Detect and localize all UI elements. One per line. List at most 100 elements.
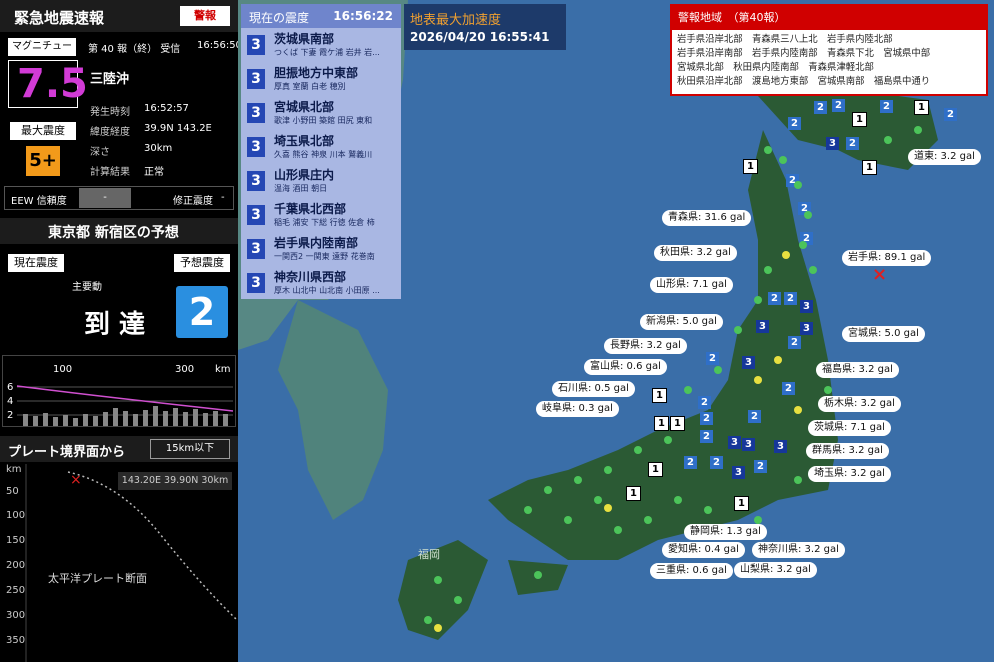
epicenter-marker-icon: × — [872, 264, 888, 285]
station-marker[interactable]: 2 — [706, 352, 719, 365]
station-marker[interactable]: 2 — [798, 202, 811, 215]
plate-curve: × — [25, 464, 237, 662]
reliability-row: EEW 信頼度 - 修正震度 - — [4, 186, 234, 210]
intensity-list-item[interactable]: 3 山形県庄内 温海 酒田 朝日 — [241, 164, 401, 198]
intensity-badge: 3 — [247, 273, 265, 293]
station-marker[interactable]: 1 — [652, 388, 667, 403]
station-marker[interactable]: 3 — [800, 322, 813, 335]
warning-areas-line: 岩手県沿岸北部 青森県三八上北 岩手県内陸北部 — [677, 34, 893, 45]
station-marker[interactable]: 2 — [788, 117, 801, 130]
intensity-list-item[interactable]: 3 宮城県北部 歌津 小野田 築館 田尻 東和 — [241, 96, 401, 130]
station-marker[interactable]: 3 — [732, 466, 745, 479]
latlon: 39.9N 143.2E — [144, 123, 212, 134]
station-marker[interactable]: 1 — [734, 496, 749, 511]
station-marker[interactable]: 3 — [728, 436, 741, 449]
area-cities: つくば 下妻 霞ケ浦 岩井 岩... — [274, 48, 380, 57]
magnitude-box: 7.5 — [8, 60, 88, 108]
gal-label: 長野県: 3.2 gal — [604, 338, 687, 354]
area-cities: 一関西2 一関東 遠野 花巻南 — [274, 252, 375, 261]
station-marker[interactable]: 2 — [832, 99, 845, 112]
station-marker[interactable]: 2 — [846, 137, 859, 150]
area-name: 岩手県内陸南部 — [274, 236, 359, 250]
station-marker[interactable]: 2 — [698, 396, 711, 409]
acceleration-panel: 地表最大加速度 2026/04/20 16:55:41 — [404, 4, 566, 50]
calc-label: 計算結果 — [90, 167, 130, 178]
station-marker[interactable]: 2 — [782, 382, 795, 395]
station-marker[interactable]: 1 — [654, 416, 669, 431]
forecast-title: 東京都 新宿区の予想 — [48, 225, 179, 241]
warning-button[interactable]: 警報 — [180, 6, 230, 26]
area-cities: 厚真 室蘭 白老 穂別 — [274, 82, 346, 91]
reliability-label: EEW 信頼度 — [11, 196, 67, 207]
gal-label: 富山県: 0.6 gal — [584, 359, 667, 375]
station-marker[interactable]: 1 — [914, 100, 929, 115]
station-marker[interactable]: 2 — [748, 410, 761, 423]
report-number: 第 40 報（終） 受信 — [88, 44, 181, 55]
plate-title: プレート境界面から — [8, 445, 126, 460]
intensity-list-item[interactable]: 3 埼玉県北部 久喜 熊谷 神泉 川本 鷲義川 — [241, 130, 401, 164]
station-marker[interactable]: 2 — [788, 336, 801, 349]
station-marker[interactable]: 2 — [800, 232, 813, 245]
area-cities: 歌津 小野田 築館 田尻 東和 — [274, 116, 373, 125]
intensity-badge: 3 — [247, 239, 265, 259]
calc-result: 正常 — [144, 167, 164, 178]
intensity-list-item[interactable]: 3 千葉県北西部 稲毛 浦安 下総 行徳 佐倉 柿 — [241, 198, 401, 232]
gal-label: 三重県: 0.6 gal — [650, 563, 733, 579]
station-marker[interactable]: 3 — [826, 137, 839, 150]
station-marker[interactable]: 3 — [756, 320, 769, 333]
eew-header: 緊急地震速報 警報 — [0, 0, 238, 32]
station-marker[interactable]: 1 — [852, 112, 867, 127]
origin-time-label: 発生時刻 — [90, 107, 130, 118]
area-cities: 稲毛 浦安 下総 行徳 佐倉 柿 — [274, 218, 375, 227]
depth-filter-button[interactable]: 15km以下 — [150, 439, 230, 459]
gal-label: 静岡県: 1.3 gal — [684, 524, 767, 540]
acceleration-datetime: 2026/04/20 16:55:41 — [410, 30, 550, 44]
station-marker[interactable]: 1 — [743, 159, 758, 174]
intensity-list-item[interactable]: 3 胆振地方中東部 厚真 室蘭 白老 穂別 — [241, 62, 401, 96]
predicted-intensity-label: 予想震度 — [174, 254, 230, 272]
plate-header: プレート境界面から 15km以下 — [0, 436, 238, 462]
station-marker[interactable]: 2 — [768, 292, 781, 305]
magnitude-value: 7.5 — [17, 61, 88, 107]
station-marker[interactable]: 3 — [774, 440, 787, 453]
gal-label: 埼玉県: 3.2 gal — [808, 466, 891, 482]
station-marker[interactable]: 2 — [754, 460, 767, 473]
forecast-header: 東京都 新宿区の予想 — [0, 218, 238, 244]
intensity-list-item[interactable]: 3 茨城県南部 つくば 下妻 霞ケ浦 岩井 岩... — [241, 28, 401, 62]
arrival-status: 到 達 — [84, 310, 146, 340]
gal-label: 岩手県: 89.1 gal — [842, 250, 932, 266]
intensity-list-header: 現在の震度 16:56:22 — [241, 4, 401, 28]
station-marker[interactable]: 2 — [814, 101, 827, 114]
area-cities: 厚木 山北中 山北南 小田原 ... — [274, 286, 380, 295]
station-marker[interactable]: 1 — [862, 160, 877, 175]
station-marker[interactable]: 1 — [626, 486, 641, 501]
station-marker[interactable]: 2 — [880, 100, 893, 113]
station-marker[interactable]: 2 — [786, 174, 799, 187]
depth-label: 深さ — [90, 147, 110, 158]
plate-section-chart: km 50 100 150 200 250 300 350 143.20E 39… — [0, 464, 238, 662]
station-marker[interactable]: 3 — [742, 438, 755, 451]
warning-areas-list: 岩手県沿岸北部 青森県三八上北 岩手県内陸北部 岩手県沿岸南部 岩手県内陸南部 … — [672, 30, 986, 92]
station-marker[interactable]: 2 — [784, 292, 797, 305]
intensity-list-item[interactable]: 3 神奈川県西部 厚木 山北中 山北南 小田原 ... — [241, 266, 401, 300]
station-marker[interactable]: 3 — [742, 356, 755, 369]
gal-label: 群馬県: 3.2 gal — [806, 443, 889, 459]
station-marker[interactable]: 2 — [700, 430, 713, 443]
warning-areas-line: 岩手県沿岸南部 岩手県内陸南部 青森県下北 宮城県中部 — [677, 48, 931, 59]
gal-label: 山梨県: 3.2 gal — [734, 562, 817, 578]
station-marker[interactable]: 2 — [710, 456, 723, 469]
gal-label: 栃木県: 3.2 gal — [818, 396, 901, 412]
station-marker[interactable]: 2 — [700, 412, 713, 425]
epicenter-region: 三陸沖 — [90, 72, 130, 87]
station-marker[interactable]: 2 — [684, 456, 697, 469]
warning-areas-line: 秋田県沿岸北部 渡島地方東部 宮城県南部 福島県中通り — [677, 76, 931, 87]
area-name: 宮城県北部 — [274, 100, 335, 114]
station-marker[interactable]: 2 — [944, 108, 957, 121]
station-marker[interactable]: 1 — [670, 416, 685, 431]
gal-label: 宮城県: 5.0 gal — [842, 326, 925, 342]
area-name: 胆振地方中東部 — [274, 66, 359, 80]
max-intensity-badge: 5+ — [26, 146, 60, 176]
station-marker[interactable]: 1 — [648, 462, 663, 477]
station-marker[interactable]: 3 — [800, 300, 813, 313]
intensity-list-item[interactable]: 3 岩手県内陸南部 一関西2 一関東 遠野 花巻南 — [241, 232, 401, 266]
